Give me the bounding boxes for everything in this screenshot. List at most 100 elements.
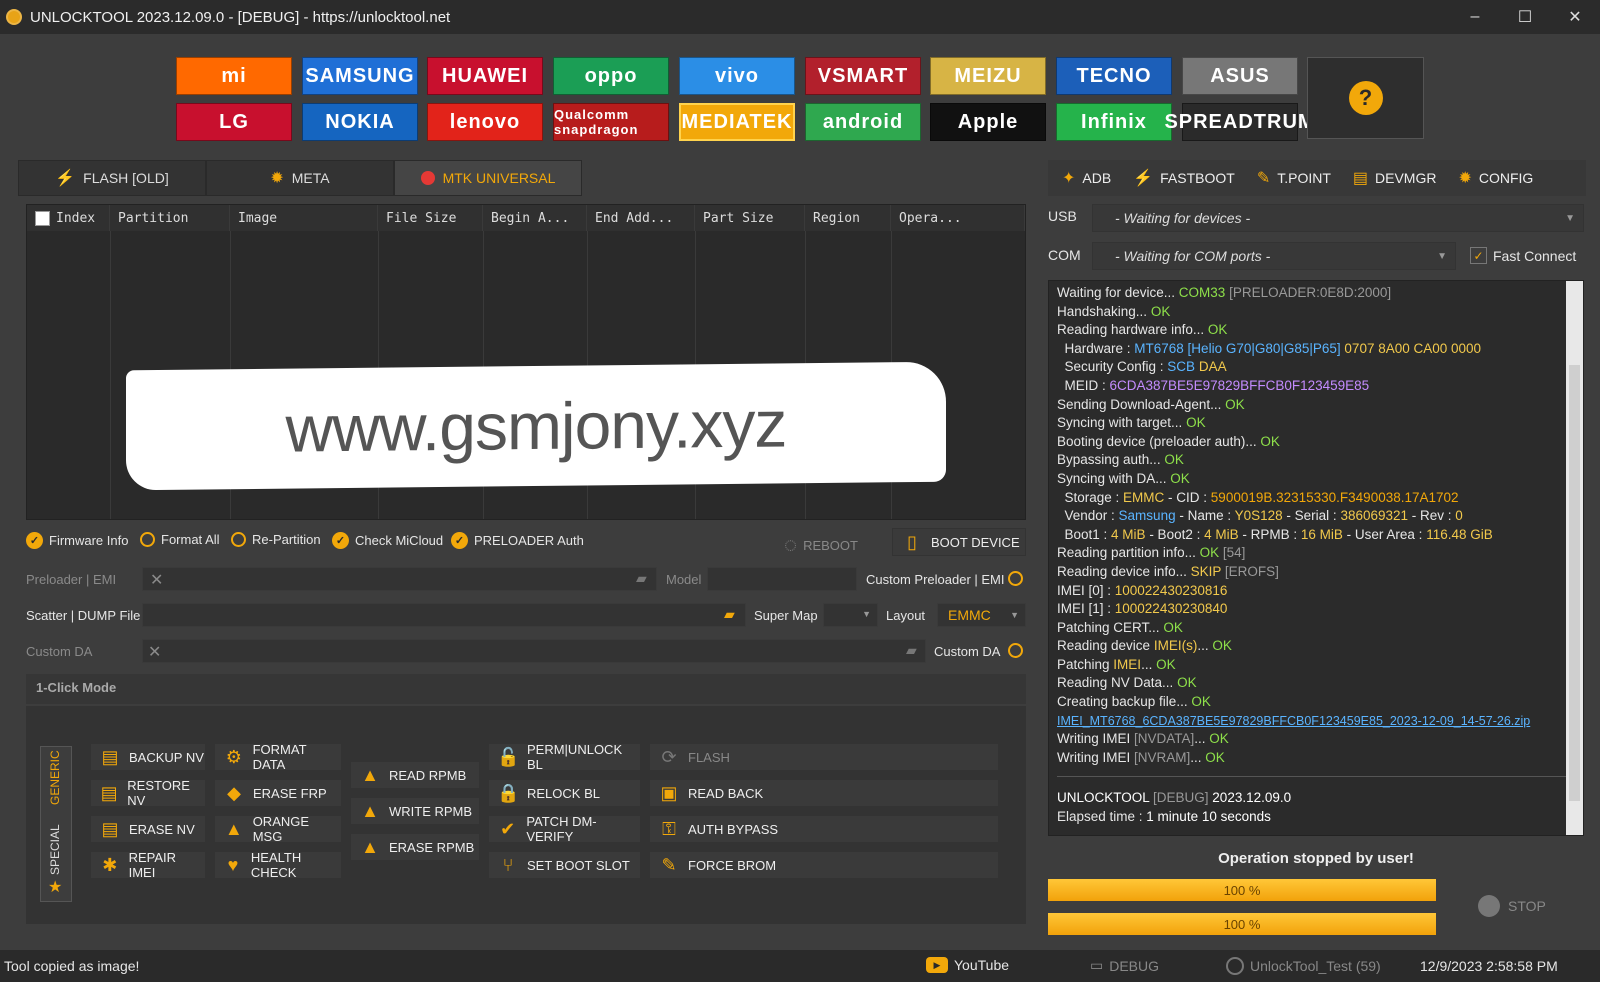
- com-select[interactable]: - Waiting for COM ports - ▼: [1092, 242, 1456, 270]
- preloader-input[interactable]: [142, 567, 657, 591]
- brand-infinix[interactable]: Infinix: [1056, 103, 1172, 141]
- brand-lg[interactable]: LG: [176, 103, 292, 141]
- tab-flash-old[interactable]: ⚡ FLASH [OLD]: [18, 160, 206, 196]
- set-boot-slot-button[interactable]: ⑂ SET BOOT SLOT: [488, 851, 641, 879]
- tab-generic[interactable]: GENERIC: [48, 750, 62, 805]
- perm-unlock-bl-button[interactable]: 🔓 PERM|UNLOCK BL: [488, 742, 641, 772]
- debug-indicator[interactable]: ▭ DEBUG: [1090, 957, 1159, 974]
- backup-file-link[interactable]: IMEI_MT6768_6CDA387BE5E97829BFFCB0F12345…: [1057, 712, 1575, 731]
- usb-select[interactable]: - Waiting for devices - ▼: [1092, 204, 1584, 232]
- custom-preloader-radio[interactable]: [1008, 571, 1023, 586]
- erase-nv-button[interactable]: ▤ ERASE NV: [90, 815, 206, 843]
- format-data-button[interactable]: ⚙ FORMAT DATA: [214, 742, 342, 772]
- reboot-icon: ◌: [784, 532, 798, 557]
- col-index[interactable]: Index: [27, 205, 110, 231]
- perm-unlock-bl-icon: 🔓: [497, 746, 520, 767]
- brand-mi[interactable]: mi: [176, 57, 292, 95]
- maximize-button[interactable]: ☐: [1500, 0, 1550, 34]
- tab-adb[interactable]: ✦ ADB: [1062, 168, 1111, 188]
- minimize-button[interactable]: –: [1450, 0, 1500, 34]
- scatter-input[interactable]: [142, 603, 746, 627]
- erase-frp-button[interactable]: ◆ ERASE FRP: [214, 779, 342, 807]
- format-all-option[interactable]: Format All: [140, 532, 220, 547]
- boot-device-button[interactable]: ▯ BOOT DEVICE: [892, 528, 1026, 556]
- read-rpmb-button[interactable]: ▲ READ RPMB: [350, 761, 480, 789]
- stop-button[interactable]: STOP: [1478, 895, 1546, 917]
- brand-vivo[interactable]: vivo: [679, 57, 795, 95]
- check-icon: ✓: [26, 532, 43, 549]
- chevron-down-icon: ▼: [1010, 610, 1019, 620]
- col-part-size[interactable]: Part Size: [695, 205, 805, 231]
- force-brom-button[interactable]: ✎ FORCE BROM: [649, 851, 999, 879]
- tab-mtk-universal[interactable]: MTK UNIVERSAL: [394, 160, 582, 196]
- reboot-button[interactable]: ◌ REBOOT: [784, 532, 858, 558]
- fast-connect-checkbox[interactable]: ✓ Fast Connect: [1470, 247, 1576, 264]
- col-operation[interactable]: Opera...: [891, 205, 1025, 231]
- clear-icon[interactable]: ✕: [150, 570, 163, 590]
- erase-rpmb-button[interactable]: ▲ ERASE RPMB: [350, 833, 480, 861]
- folder-icon[interactable]: ▰: [906, 642, 917, 659]
- firmware-info-option[interactable]: ✓ Firmware Info: [26, 532, 128, 549]
- log-line: Syncing with target... OK: [1057, 415, 1206, 431]
- brand-samsung[interactable]: SAMSUNG: [302, 57, 418, 95]
- col-file-size[interactable]: File Size: [378, 205, 483, 231]
- col-region[interactable]: Region: [805, 205, 891, 231]
- col-image[interactable]: Image: [230, 205, 378, 231]
- col-partition[interactable]: Partition: [110, 205, 230, 231]
- brand-oppo[interactable]: oppo: [553, 57, 669, 95]
- custom-da-radio[interactable]: [1008, 643, 1023, 658]
- orange-msg-button[interactable]: ▲ ORANGE MSG: [214, 814, 342, 844]
- clear-icon[interactable]: ✕: [148, 642, 161, 662]
- scroll-thumb[interactable]: [1569, 365, 1580, 801]
- write-rpmb-button[interactable]: ▲ WRITE RPMB: [350, 797, 480, 825]
- patch-dm-verify-button[interactable]: ✔ PATCH DM-VERIFY: [488, 814, 641, 844]
- brand-spreadtrum[interactable]: SPREADTRUM: [1164, 103, 1315, 141]
- super-map-select[interactable]: ▼: [823, 603, 878, 627]
- folder-icon[interactable]: ▰: [636, 570, 647, 587]
- tab-devmgr[interactable]: ▤ DEVMGR: [1353, 168, 1437, 188]
- folder-icon[interactable]: ▰: [724, 606, 735, 623]
- select-all-checkbox[interactable]: [35, 210, 50, 226]
- close-button[interactable]: ✕: [1550, 0, 1600, 34]
- restore-nv-button[interactable]: ▤ RESTORE NV: [90, 778, 206, 808]
- log-output[interactable]: Waiting for device... COM33 [PRELOADER:0…: [1048, 280, 1584, 836]
- tab-tpoint[interactable]: ✎ T.POINT: [1257, 168, 1331, 188]
- brand-vsmart[interactable]: VSMART: [805, 57, 921, 95]
- youtube-link[interactable]: ▶ YouTube: [926, 957, 1009, 973]
- col-begin-address[interactable]: Begin A...: [483, 205, 587, 231]
- custom-da-input[interactable]: [142, 639, 926, 663]
- brand-android[interactable]: android: [805, 103, 921, 141]
- brand-apple[interactable]: Apple: [930, 103, 1046, 141]
- re-partition-option[interactable]: Re-Partition: [231, 532, 321, 547]
- health-check-button[interactable]: ♥ HEALTH CHECK: [214, 850, 342, 880]
- user-indicator[interactable]: UnlockTool_Test (59): [1226, 957, 1381, 975]
- brand-qualcomm-snapdragon[interactable]: Qualcomm snapdragon: [553, 103, 669, 141]
- help-button[interactable]: ?: [1307, 57, 1424, 139]
- repair-imei-button[interactable]: ✱ REPAIR IMEI: [90, 850, 206, 880]
- tab-config[interactable]: ✹ CONFIG: [1458, 168, 1533, 188]
- log-line: Creating backup file... OK: [1057, 694, 1211, 710]
- status-bar: Tool copied as image! ▶ YouTube ▭ DEBUG Un…: [0, 950, 1600, 982]
- check-micloud-option[interactable]: ✓ Check MiCloud: [332, 532, 443, 549]
- backup-nv-button[interactable]: ▤ BACKUP NV: [90, 743, 206, 771]
- model-input[interactable]: [707, 567, 857, 591]
- tab-special[interactable]: SPECIAL: [48, 824, 62, 875]
- layout-select[interactable]: EMMC ▼: [937, 603, 1026, 627]
- brand-lenovo[interactable]: lenovo: [427, 103, 543, 141]
- brand-asus[interactable]: ASUS: [1182, 57, 1298, 95]
- brand-nokia[interactable]: NOKIA: [302, 103, 418, 141]
- auth-bypass-button[interactable]: ⚿ AUTH BYPASS: [649, 815, 999, 843]
- brand-meizu[interactable]: MEIZU: [930, 57, 1046, 95]
- col-end-address[interactable]: End Add...: [587, 205, 695, 231]
- tab-fastboot[interactable]: ⚡ FASTBOOT: [1133, 168, 1235, 188]
- relock-bl-button[interactable]: 🔒 RELOCK BL: [488, 779, 641, 807]
- read-back-button[interactable]: ▣ READ BACK: [649, 779, 999, 807]
- brand-tecno[interactable]: TECNO: [1056, 57, 1172, 95]
- tab-meta[interactable]: ✹ META: [206, 160, 394, 196]
- log-scrollbar[interactable]: [1566, 281, 1583, 835]
- android-icon: ✦: [1062, 170, 1076, 187]
- preloader-auth-option[interactable]: ✓ PRELOADER Auth: [451, 532, 584, 549]
- flash-button[interactable]: ⟳ FLASH: [649, 743, 999, 771]
- brand-mediatek[interactable]: MEDIATEK: [679, 103, 795, 141]
- brand-huawei[interactable]: HUAWEI: [427, 57, 543, 95]
